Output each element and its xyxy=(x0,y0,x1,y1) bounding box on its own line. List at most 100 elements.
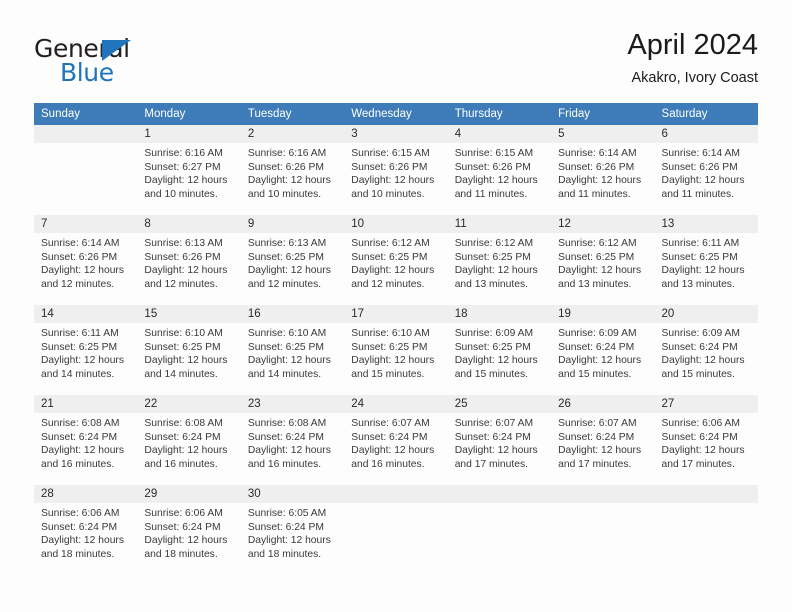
day-number: 9 xyxy=(240,215,345,233)
day-sun-info: Sunrise: 6:15 AM Sunset: 6:26 PM Daylight:… xyxy=(448,143,551,201)
calendar-page: General Blue April 2024 Akakro, Ivory Co… xyxy=(0,0,792,612)
calendar-cell-day[interactable]: 23 Sunrise: 6:08 AM Sunset: 6:24 PM Dayligh… xyxy=(240,395,345,485)
daylight-text-line2: and 18 minutes. xyxy=(144,548,218,560)
day-number: 5 xyxy=(551,125,655,143)
daylight-text-line2: and 12 minutes. xyxy=(247,278,322,290)
calendar-cell-day[interactable]: 29 Sunrise: 6:06 AM Sunset: 6:24 PM Dayligh… xyxy=(137,485,241,575)
day-sun-info: Sunrise: 6:12 AM Sunset: 6:25 PM Daylight:… xyxy=(344,233,447,291)
day-number: 12 xyxy=(551,215,655,233)
sunrise-text: Sunrise: 6:16 AM xyxy=(144,148,223,159)
sunrise-text: Sunrise: 6:08 AM xyxy=(144,418,223,429)
day-sun-info: Sunrise: 6:14 AM Sunset: 6:26 PM Daylight:… xyxy=(551,143,654,201)
calendar-cell-day[interactable]: 5 Sunrise: 6:14 AM Sunset: 6:26 PM Daylight… xyxy=(551,125,655,215)
sunrise-text: Sunrise: 6:15 AM xyxy=(351,148,430,159)
calendar-cell-day[interactable]: 27 Sunrise: 6:06 AM Sunset: 6:24 PM Dayligh… xyxy=(654,395,758,485)
calendar-week-row: 7 Sunrise: 6:14 AM Sunset: 6:26 PM Daylight… xyxy=(34,215,758,305)
daylight-text-line1: Daylight: 12 hours xyxy=(661,265,745,277)
calendar-week-row: 1 Sunrise: 6:16 AM Sunset: 6:27 PM Daylight… xyxy=(34,125,758,215)
day-number: 16 xyxy=(240,305,345,323)
sunset-text: Sunset: 6:24 PM xyxy=(144,521,221,533)
day-number: 1 xyxy=(137,125,241,143)
calendar-cell-day[interactable]: 3 Sunrise: 6:15 AM Sunset: 6:26 PM Daylight… xyxy=(344,125,448,215)
day-number: 18 xyxy=(447,305,552,323)
calendar-cell-day[interactable]: 15 Sunrise: 6:10 AM Sunset: 6:25 PM Dayligh… xyxy=(137,305,241,395)
daylight-text-line2: and 11 minutes. xyxy=(454,188,528,200)
daylight-text-line1: Daylight: 12 hours xyxy=(351,265,435,277)
calendar-cell-day[interactable]: 18 Sunrise: 6:09 AM Sunset: 6:25 PM Dayligh… xyxy=(447,305,552,395)
calendar-cell-day[interactable]: 30 Sunrise: 6:05 AM Sunset: 6:24 PM Dayligh… xyxy=(240,485,345,575)
calendar-cell-day[interactable]: 14 Sunrise: 6:11 AM Sunset: 6:25 PM Dayligh… xyxy=(34,305,138,395)
sunrise-text: Sunrise: 6:11 AM xyxy=(41,328,119,339)
calendar-cell-day[interactable]: 8 Sunrise: 6:13 AM Sunset: 6:26 PM Daylight… xyxy=(137,215,241,305)
daylight-text-line1: Daylight: 12 hours xyxy=(661,355,745,367)
sunrise-text: Sunrise: 6:08 AM xyxy=(247,418,327,429)
calendar-cell-day[interactable]: 22 Sunrise: 6:08 AM Sunset: 6:24 PM Dayligh… xyxy=(137,395,241,485)
weekday-header-friday: Friday xyxy=(551,103,655,125)
weekday-header-saturday: Saturday xyxy=(654,103,758,125)
daylight-text-line1: Daylight: 12 hours xyxy=(41,265,124,277)
sunrise-text: Sunrise: 6:11 AM xyxy=(661,238,740,249)
sunrise-text: Sunrise: 6:08 AM xyxy=(41,418,120,429)
daylight-text-line2: and 14 minutes. xyxy=(144,368,218,380)
sunrise-text: Sunrise: 6:14 AM xyxy=(41,238,120,249)
day-sun-info: Sunrise: 6:07 AM Sunset: 6:24 PM Daylight:… xyxy=(448,413,551,471)
day-sun-info: Sunrise: 6:09 AM Sunset: 6:25 PM Daylight:… xyxy=(448,323,551,381)
day-number: 28 xyxy=(34,485,138,503)
calendar-cell-day[interactable]: 16 Sunrise: 6:10 AM Sunset: 6:25 PM Dayligh… xyxy=(240,305,345,395)
sunset-text: Sunset: 6:25 PM xyxy=(661,251,738,263)
sunrise-text: Sunrise: 6:14 AM xyxy=(661,148,740,159)
sunrise-text: Sunrise: 6:07 AM xyxy=(558,418,637,429)
day-number: 30 xyxy=(240,485,345,503)
weekday-header-sunday: Sunday xyxy=(34,103,138,125)
calendar-cell-day[interactable]: 13 Sunrise: 6:11 AM Sunset: 6:25 PM Dayligh… xyxy=(654,215,758,305)
calendar-cell-day[interactable]: 25 Sunrise: 6:07 AM Sunset: 6:24 PM Dayligh… xyxy=(447,395,552,485)
sunset-text: Sunset: 6:24 PM xyxy=(661,341,738,353)
calendar-cell-day[interactable]: 9 Sunrise: 6:13 AM Sunset: 6:25 PM Daylight… xyxy=(240,215,345,305)
daylight-text-line2: and 18 minutes. xyxy=(247,548,322,560)
calendar-cell-day[interactable]: 4 Sunrise: 6:15 AM Sunset: 6:26 PM Daylight… xyxy=(447,125,552,215)
calendar-cell-day[interactable]: 19 Sunrise: 6:09 AM Sunset: 6:24 PM Dayligh… xyxy=(551,305,655,395)
weekday-header-tuesday: Tuesday xyxy=(240,103,345,125)
daylight-text-line1: Daylight: 12 hours xyxy=(41,535,124,547)
day-sun-info: Sunrise: 6:08 AM Sunset: 6:24 PM Daylight:… xyxy=(241,413,344,471)
calendar-cell-day[interactable]: 1 Sunrise: 6:16 AM Sunset: 6:27 PM Daylight… xyxy=(137,125,241,215)
calendar-cell-day[interactable]: 12 Sunrise: 6:12 AM Sunset: 6:25 PM Dayligh… xyxy=(551,215,655,305)
calendar-cell-day[interactable]: 7 Sunrise: 6:14 AM Sunset: 6:26 PM Daylight… xyxy=(34,215,138,305)
calendar-cell-empty xyxy=(654,485,758,575)
daylight-text-line1: Daylight: 12 hours xyxy=(558,445,642,457)
sunrise-text: Sunrise: 6:12 AM xyxy=(558,238,637,249)
daylight-text-line2: and 12 minutes. xyxy=(41,278,115,290)
logo-text-blue: Blue xyxy=(60,58,114,87)
day-number: 19 xyxy=(551,305,655,323)
general-blue-logo[interactable]: General Blue xyxy=(34,34,164,87)
daylight-text-line2: and 13 minutes. xyxy=(661,278,735,290)
calendar-cell-day[interactable]: 24 Sunrise: 6:07 AM Sunset: 6:24 PM Dayligh… xyxy=(344,395,448,485)
day-sun-info: Sunrise: 6:05 AM Sunset: 6:24 PM Daylight:… xyxy=(241,503,344,561)
day-sun-info: Sunrise: 6:07 AM Sunset: 6:24 PM Daylight:… xyxy=(344,413,447,471)
daylight-text-line2: and 16 minutes. xyxy=(247,458,322,470)
sunset-text: Sunset: 6:26 PM xyxy=(558,161,635,173)
page-header: General Blue April 2024 Akakro, Ivory Co… xyxy=(34,28,758,96)
day-number: 20 xyxy=(654,305,758,323)
sunrise-text: Sunrise: 6:14 AM xyxy=(558,148,637,159)
calendar-cell-day[interactable]: 10 Sunrise: 6:12 AM Sunset: 6:25 PM Dayligh… xyxy=(344,215,448,305)
sunrise-text: Sunrise: 6:07 AM xyxy=(351,418,430,429)
sunrise-text: Sunrise: 6:07 AM xyxy=(454,418,534,429)
calendar-cell-day[interactable]: 2 Sunrise: 6:16 AM Sunset: 6:26 PM Daylight… xyxy=(240,125,345,215)
calendar-cell-day[interactable]: 28 Sunrise: 6:06 AM Sunset: 6:24 PM Dayligh… xyxy=(34,485,138,575)
calendar-cell-day[interactable]: 11 Sunrise: 6:12 AM Sunset: 6:25 PM Dayligh… xyxy=(447,215,552,305)
calendar-cell-day[interactable]: 6 Sunrise: 6:14 AM Sunset: 6:26 PM Daylight… xyxy=(654,125,758,215)
daylight-text-line1: Daylight: 12 hours xyxy=(351,445,435,457)
sunrise-text: Sunrise: 6:16 AM xyxy=(247,148,327,159)
calendar-cell-day[interactable]: 20 Sunrise: 6:09 AM Sunset: 6:24 PM Dayligh… xyxy=(654,305,758,395)
calendar-cell-day[interactable]: 21 Sunrise: 6:08 AM Sunset: 6:24 PM Dayligh… xyxy=(34,395,138,485)
calendar-cell-empty xyxy=(447,485,552,575)
calendar-cell-day[interactable]: 17 Sunrise: 6:10 AM Sunset: 6:25 PM Dayligh… xyxy=(344,305,448,395)
sunset-text: Sunset: 6:24 PM xyxy=(351,431,428,443)
calendar-cell-day[interactable]: 26 Sunrise: 6:07 AM Sunset: 6:24 PM Dayligh… xyxy=(551,395,655,485)
daylight-text-line1: Daylight: 12 hours xyxy=(351,355,435,367)
sunset-text: Sunset: 6:25 PM xyxy=(41,341,118,353)
sunrise-text: Sunrise: 6:12 AM xyxy=(454,238,534,249)
day-sun-info: Sunrise: 6:12 AM Sunset: 6:25 PM Daylight:… xyxy=(551,233,654,291)
day-number: 17 xyxy=(344,305,448,323)
